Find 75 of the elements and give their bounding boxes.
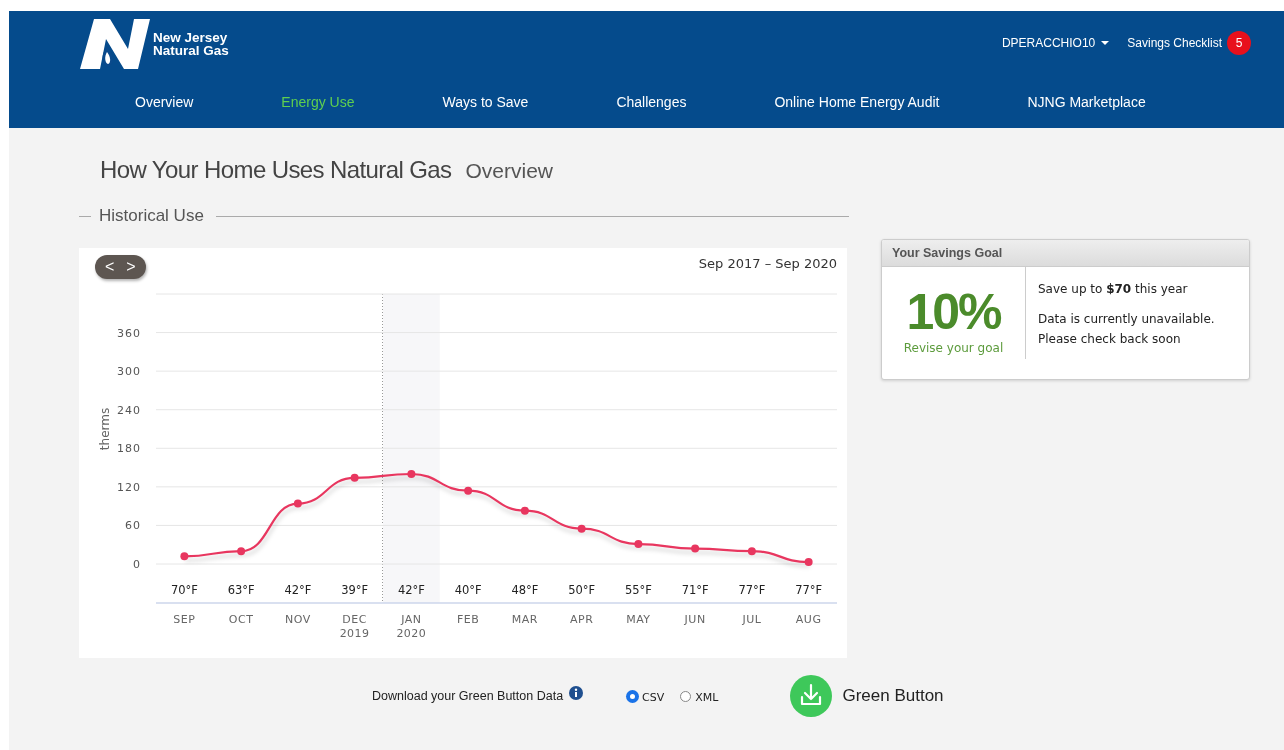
axis-tick-label: 240 bbox=[117, 403, 141, 417]
temperature-label: 77°F bbox=[738, 583, 766, 597]
nav-tab[interactable]: NJNG Marketplace bbox=[1027, 94, 1146, 110]
data-point bbox=[520, 506, 529, 515]
month-label: OCT bbox=[228, 613, 254, 626]
revise-goal-link[interactable]: Revise your goal bbox=[903, 341, 1004, 355]
data-point bbox=[577, 524, 586, 533]
month-label: DEC 2019 bbox=[339, 613, 370, 640]
status-message: Data is currently unavailable. Please check back soon bbox=[1038, 311, 1215, 348]
axis-tick-label: 180 bbox=[117, 442, 141, 456]
month-label: SEP bbox=[173, 613, 196, 626]
section-heading: Historical Use bbox=[99, 206, 204, 226]
data-point bbox=[804, 558, 813, 567]
page-subtitle: Overview bbox=[465, 159, 554, 183]
axis-tick-label: 120 bbox=[117, 480, 141, 494]
radio-button[interactable] bbox=[627, 690, 639, 702]
next-button[interactable]: > bbox=[126, 258, 136, 276]
caret-icon bbox=[1101, 41, 1110, 45]
month-label: JUN bbox=[684, 613, 706, 626]
axis-tick-label: 0 bbox=[133, 558, 141, 571]
month-label: NOV bbox=[285, 613, 311, 626]
download-link[interactable]: Green Button bbox=[842, 686, 944, 706]
nav-tab[interactable]: Challenges bbox=[616, 94, 687, 110]
data-point bbox=[407, 470, 416, 478]
info-icon bbox=[569, 686, 584, 700]
date-range: Sep 2017 – Sep 2020 bbox=[698, 256, 837, 271]
nav-tab[interactable]: Energy Use bbox=[281, 94, 355, 110]
temperature-label: 39°F bbox=[341, 583, 369, 597]
month-label: JAN 2020 bbox=[396, 613, 427, 640]
axis-title: therms bbox=[98, 407, 112, 451]
temperature-label: 77°F bbox=[795, 583, 823, 597]
temperature-label: 71°F bbox=[681, 583, 709, 597]
user-menu[interactable]: DPERACCHIO10 bbox=[1001, 36, 1110, 50]
month-label: AUG bbox=[795, 613, 822, 626]
temperature-label: 42°F bbox=[284, 583, 312, 597]
page-title: How Your Home Uses Natural Gas bbox=[100, 156, 452, 184]
goal-percent: 10% bbox=[906, 289, 1001, 335]
temperature-label: 63°F bbox=[227, 583, 255, 597]
nav-tab[interactable]: Ways to Save bbox=[442, 94, 529, 110]
temperature-label: 55°F bbox=[624, 583, 652, 597]
temperature-label: 50°F bbox=[568, 583, 596, 597]
data-point bbox=[464, 486, 473, 495]
data-point bbox=[180, 552, 189, 561]
data-point bbox=[747, 547, 756, 556]
format-label: XML bbox=[695, 690, 719, 704]
axis-tick-label: 360 bbox=[117, 326, 141, 340]
temperature-label: 40°F bbox=[454, 583, 482, 597]
logo-text: New Jersey Natural Gas bbox=[153, 31, 229, 57]
temperature-label: 70°F bbox=[170, 583, 198, 597]
month-label: JUL bbox=[742, 613, 762, 626]
download-icon[interactable] bbox=[790, 675, 833, 717]
savings-checklist-link[interactable]: Savings Checklist bbox=[1127, 36, 1222, 50]
notification-badge: 5 bbox=[1227, 31, 1251, 55]
month-label: FEB bbox=[456, 613, 480, 626]
month-label: MAY bbox=[626, 613, 651, 626]
data-point bbox=[691, 544, 700, 553]
temperature-label: 48°F bbox=[511, 583, 539, 597]
logo-icon bbox=[80, 19, 152, 69]
radio-button[interactable] bbox=[680, 690, 692, 702]
nav-tab[interactable]: Online Home Energy Audit bbox=[774, 94, 940, 110]
axis-tick-label: 60 bbox=[125, 519, 141, 533]
download-label: Download your Green Button Data bbox=[372, 689, 564, 703]
data-point bbox=[237, 547, 246, 556]
month-label: MAR bbox=[511, 613, 538, 626]
previous-button[interactable]: < bbox=[105, 258, 115, 276]
savings-amount-text: Save up to $70 this year bbox=[1038, 281, 1189, 298]
data-point bbox=[350, 473, 359, 482]
month-label: APR bbox=[569, 613, 594, 626]
data-point bbox=[634, 540, 643, 549]
nav-tab[interactable]: Overview bbox=[135, 94, 194, 110]
card-title: Your Savings Goal bbox=[892, 246, 1003, 260]
temperature-label: 42°F bbox=[397, 583, 425, 597]
data-point bbox=[293, 499, 302, 508]
axis-tick-label: 300 bbox=[117, 365, 141, 379]
format-label: CSV bbox=[642, 690, 665, 704]
